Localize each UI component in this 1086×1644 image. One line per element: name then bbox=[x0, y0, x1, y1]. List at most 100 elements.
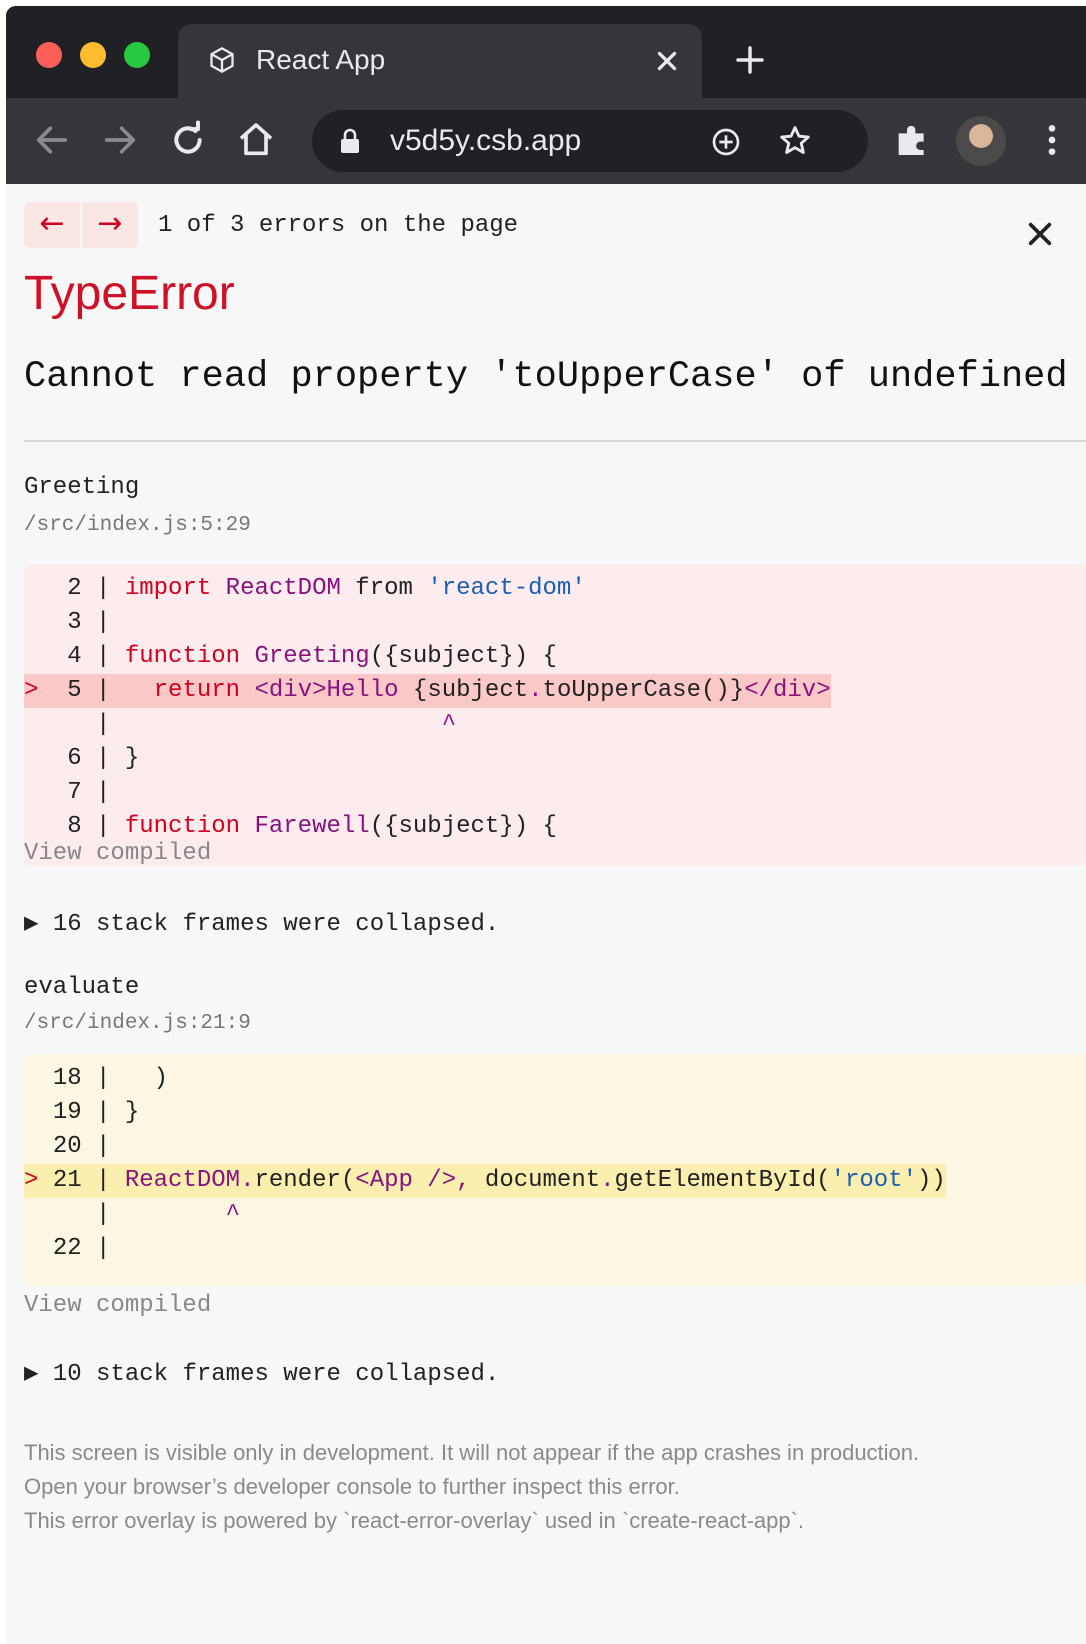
overlay-footer: This screen is visible only in developme… bbox=[24, 1436, 919, 1538]
line-marker bbox=[24, 711, 53, 738]
line-separator: | bbox=[81, 609, 111, 636]
code-text: } bbox=[124, 1099, 140, 1126]
close-window-light[interactable] bbox=[36, 42, 62, 68]
footer-line: Open your browser’s developer console to… bbox=[24, 1474, 680, 1499]
divider bbox=[24, 440, 1086, 442]
code-line: 18 | ) bbox=[24, 1062, 168, 1096]
line-marker bbox=[24, 609, 53, 636]
line-number bbox=[53, 1201, 82, 1228]
keyword: import bbox=[124, 575, 212, 602]
code-text: } bbox=[124, 745, 140, 772]
identifier: ReactDOM bbox=[225, 575, 341, 602]
previous-error-button[interactable]: ← bbox=[24, 202, 80, 248]
code-line: 3 | bbox=[24, 606, 110, 640]
line-number: 4 bbox=[52, 643, 82, 670]
jsx-tag: <App />, bbox=[355, 1167, 471, 1194]
code-snippet-greeting: 2 | import ReactDOM from 'react-dom' 3 |… bbox=[24, 564, 1086, 866]
code-line: 6 | } bbox=[24, 742, 139, 776]
line-separator: | bbox=[81, 1235, 111, 1262]
line-marker bbox=[24, 575, 53, 602]
identifier: Greeting bbox=[254, 643, 370, 670]
error-type: TypeError bbox=[24, 267, 235, 320]
line-separator: | bbox=[81, 1201, 111, 1228]
line-marker bbox=[24, 643, 53, 670]
line-number: 6 bbox=[52, 745, 82, 772]
code-line: 20 | bbox=[24, 1130, 111, 1164]
frame-file-greeting[interactable]: /src/index.js:5:29 bbox=[24, 514, 251, 537]
line-marker bbox=[24, 779, 53, 806]
new-tab-icon[interactable] bbox=[734, 44, 766, 76]
line-separator: | bbox=[81, 1065, 125, 1092]
browser-window: React App v5d5y.csb.app ← → 1 of 3 error… bbox=[6, 6, 1086, 1644]
zoom-window-light[interactable] bbox=[124, 42, 150, 68]
footer-line: This error overlay is powered by `react-… bbox=[24, 1508, 805, 1533]
line-marker bbox=[24, 1201, 53, 1228]
error-overlay: ← → 1 of 3 errors on the page TypeError … bbox=[6, 184, 1086, 1644]
line-marker bbox=[24, 1099, 53, 1126]
line-separator: | bbox=[81, 779, 111, 806]
keyword: return bbox=[153, 677, 241, 704]
line-number: 19 bbox=[52, 1099, 82, 1126]
line-separator: | bbox=[81, 745, 125, 772]
highlighted-code-line: > 21 | ReactDOM.render(<App />, document… bbox=[24, 1164, 946, 1198]
line-separator: | bbox=[81, 1099, 125, 1126]
lock-icon[interactable] bbox=[338, 128, 362, 154]
line-separator: | bbox=[81, 1167, 125, 1194]
code-line: | ^ bbox=[24, 1198, 240, 1232]
keyword: function bbox=[124, 813, 241, 840]
line-number: 21 bbox=[52, 1167, 82, 1194]
extensions-icon[interactable] bbox=[892, 120, 932, 160]
view-compiled-link[interactable]: View compiled bbox=[24, 840, 211, 867]
frame-file-evaluate[interactable]: /src/index.js:21:9 bbox=[24, 1012, 251, 1035]
keyword: function bbox=[124, 643, 241, 670]
line-number: 8 bbox=[52, 813, 82, 840]
line-marker: > bbox=[24, 677, 53, 704]
line-separator: | bbox=[81, 643, 125, 670]
code-line: | ^ bbox=[24, 708, 456, 742]
code-line: 7 | bbox=[24, 776, 110, 810]
collapsed-frames-toggle[interactable]: ▶ 10 stack frames were collapsed. bbox=[24, 1358, 499, 1388]
url-text: v5d5y.csb.app bbox=[390, 124, 582, 157]
identifier: ReactDOM bbox=[124, 1167, 241, 1194]
browser-toolbar: v5d5y.csb.app bbox=[6, 98, 1086, 184]
line-number: 3 bbox=[52, 609, 82, 636]
code-text: ) bbox=[124, 1065, 169, 1092]
line-number: 7 bbox=[52, 779, 82, 806]
line-separator: | bbox=[81, 1133, 111, 1160]
error-message: Cannot read property 'toUpperCase' of un… bbox=[24, 356, 1068, 398]
code-line: 4 | function Greeting({subject}) { bbox=[24, 640, 557, 674]
profile-avatar[interactable] bbox=[956, 116, 1006, 166]
error-caret: ^ bbox=[110, 711, 457, 738]
install-icon[interactable] bbox=[710, 126, 742, 158]
codesandbox-icon bbox=[210, 46, 234, 74]
highlighted-code-line: > 5 | return <div>Hello {subject.toUpper… bbox=[24, 674, 831, 708]
back-icon[interactable] bbox=[32, 120, 72, 160]
close-overlay-icon[interactable] bbox=[1026, 220, 1054, 248]
star-icon[interactable] bbox=[778, 124, 812, 158]
collapsed-frames-toggle[interactable]: ▶ 16 stack frames were collapsed. bbox=[24, 908, 499, 938]
line-separator: | bbox=[81, 575, 125, 602]
tab-strip: React App bbox=[6, 6, 1086, 102]
jsx-tag: <div> bbox=[254, 677, 327, 704]
minimize-window-light[interactable] bbox=[80, 42, 106, 68]
code-line: 2 | import ReactDOM from 'react-dom' bbox=[24, 572, 586, 606]
reload-icon[interactable] bbox=[168, 120, 208, 160]
line-marker: > bbox=[24, 1167, 53, 1194]
tab-close-icon[interactable] bbox=[654, 48, 680, 74]
identifier: Farewell bbox=[254, 813, 370, 840]
frame-name-evaluate: evaluate bbox=[24, 974, 140, 1001]
menu-icon[interactable] bbox=[1032, 120, 1072, 160]
line-marker bbox=[24, 1065, 53, 1092]
tab-react-app[interactable]: React App bbox=[178, 24, 702, 102]
view-compiled-link[interactable]: View compiled bbox=[24, 1292, 211, 1319]
home-icon[interactable] bbox=[236, 120, 276, 160]
address-bar[interactable]: v5d5y.csb.app bbox=[312, 110, 868, 172]
forward-icon[interactable] bbox=[100, 120, 140, 160]
next-error-button[interactable]: → bbox=[82, 202, 138, 248]
line-separator: | bbox=[81, 677, 125, 704]
line-number: 18 bbox=[52, 1065, 82, 1092]
line-number: 5 bbox=[52, 677, 82, 704]
jsx-text: Hello bbox=[326, 677, 413, 704]
line-number: 20 bbox=[52, 1133, 82, 1160]
code-line: 8 | function Farewell({subject}) { bbox=[24, 810, 557, 844]
